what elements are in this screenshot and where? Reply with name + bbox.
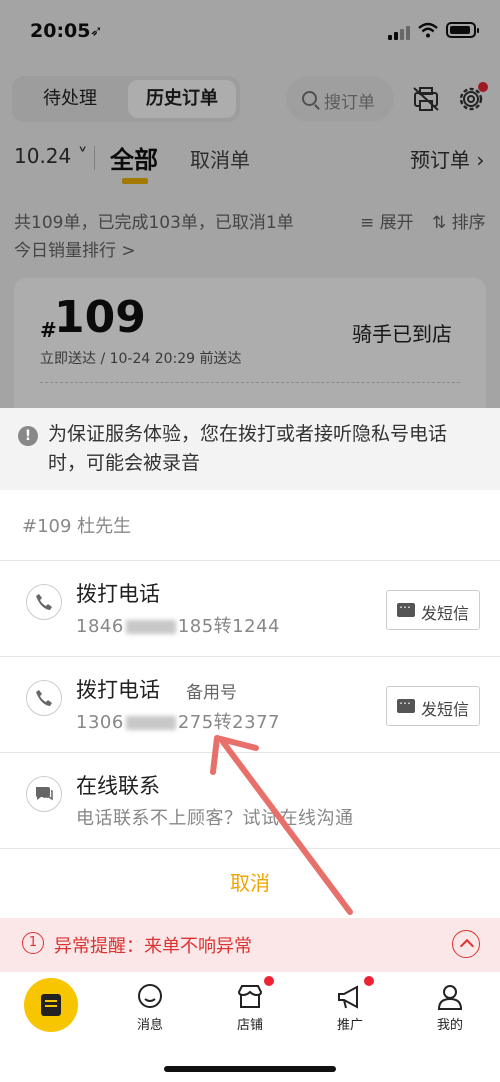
nav-store[interactable]: 店铺 [220,982,280,1033]
exception-alert-bar[interactable]: 1 异常提醒：来单不响异常 [0,918,500,972]
nav-label: 店铺 [236,1018,263,1033]
person-icon [437,985,463,1010]
sms-icon [397,597,415,617]
alert-count-badge: 1 [22,932,44,954]
send-sms-button[interactable]: 发短信 [386,590,480,630]
info-icon: ! [18,426,38,446]
store-icon [237,985,263,1008]
nav-promotion[interactable]: 推广 [320,982,380,1033]
call-label: 拨打电话 [76,582,160,606]
call-primary-row[interactable]: 拨打电话 1846185转1244 发短信 [0,560,500,656]
phone-number: 1306 275转2377 [76,712,280,733]
backup-number-tag: 备用号 [186,683,237,703]
recording-notice-text: 为保证服务体验，您在拨打或者接听隐私号电话时，可能会被录音 [48,423,448,474]
nav-label: 推广 [336,1018,363,1033]
chat-icon [26,776,62,812]
call-label: 拨打电话 [76,678,160,702]
phone-icon [26,584,62,620]
message-icon [138,984,162,1008]
nav-messages[interactable]: 消息 [120,982,180,1033]
sms-label: 发短信 [421,700,470,719]
customer-order-title: #109 杜先生 [22,516,132,537]
online-contact-label: 在线联系 [76,774,160,798]
online-contact-row[interactable]: 在线联系 电话联系不上顾客？试试在线沟通 [0,752,500,848]
online-contact-hint: 电话联系不上顾客？试试在线沟通 [76,808,354,829]
alert-text: 异常提醒：来单不响异常 [54,936,252,957]
chevron-up-icon[interactable] [452,930,480,958]
call-backup-row[interactable]: 拨打电话 备用号 1306275转2377 发短信 [0,656,500,752]
orders-icon [41,994,61,1016]
phone-icon [26,680,62,716]
send-sms-button[interactable]: 发短信 [386,686,480,726]
promotion-notification-dot [364,976,374,986]
cancel-button[interactable]: 取消 [0,848,500,918]
nav-orders-home[interactable] [24,978,78,1032]
nav-profile[interactable]: 我的 [420,982,480,1033]
nav-label: 我的 [436,1018,463,1033]
store-notification-dot [264,976,274,986]
megaphone-icon [338,985,358,1009]
sms-icon [397,693,415,713]
phone-number: 1846 185转1244 [76,616,280,637]
sms-label: 发短信 [421,604,470,623]
home-indicator [164,1066,336,1072]
contact-action-sheet: ! 为保证服务体验，您在拨打或者接听隐私号电话时，可能会被录音 #109 杜先生… [0,408,500,918]
nav-label: 消息 [136,1018,163,1033]
recording-notice: ! 为保证服务体验，您在拨打或者接听隐私号电话时，可能会被录音 [0,408,500,490]
